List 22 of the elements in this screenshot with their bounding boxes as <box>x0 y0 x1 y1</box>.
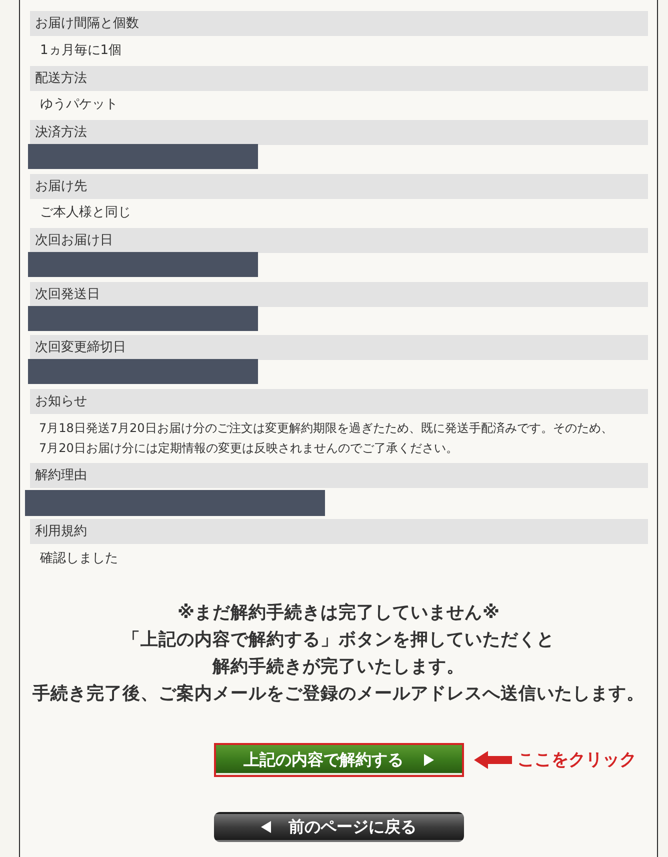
left-arrow-icon <box>474 750 512 768</box>
field-label: 解約理由 <box>30 462 648 488</box>
field-value: ご本人様と同じ <box>39 205 131 222</box>
field-label: 次回変更締切日 <box>30 335 648 360</box>
field-label: お届け先 <box>30 174 648 198</box>
field-value: 確認しました <box>39 550 118 567</box>
back-button[interactable]: 前のページに戻る <box>214 812 464 842</box>
field-value: 1ヵ月毎に1個 <box>39 42 122 59</box>
field-label: お届け間隔と個数 <box>30 11 648 36</box>
field-label: 次回発送日 <box>30 282 648 306</box>
cancel-contract-button[interactable]: 上記の内容で解約する <box>214 742 464 776</box>
field-label: 配送方法 <box>30 66 648 90</box>
field-value: ゆうパケット <box>39 97 118 114</box>
left-triangle-icon <box>260 820 270 832</box>
click-here-label: ここをクリック <box>518 750 636 770</box>
field-label: 利用規約 <box>30 519 648 544</box>
field-label: 決済方法 <box>30 120 648 145</box>
field-label: 次回お届け日 <box>30 228 648 253</box>
notice-message: ※まだ解約手続きは完了していません※ 「上記の内容で解約する」ボタンを押していただくと 解約手続きが完了いたします。 手続き完了後、ご案内メールをご登録のメールアドレスへ送信いたします。 <box>32 602 646 706</box>
notice-text: 7月18日発送7月20日お届け分のご注文は変更解約期限を過ぎたため、既に発送手配済みです。そのため、7月20日お届け分には定期情報の変更は反映されませんのでご了承ください。 <box>39 420 614 456</box>
right-triangle-icon <box>424 754 434 766</box>
field-label: お知らせ <box>30 388 648 414</box>
